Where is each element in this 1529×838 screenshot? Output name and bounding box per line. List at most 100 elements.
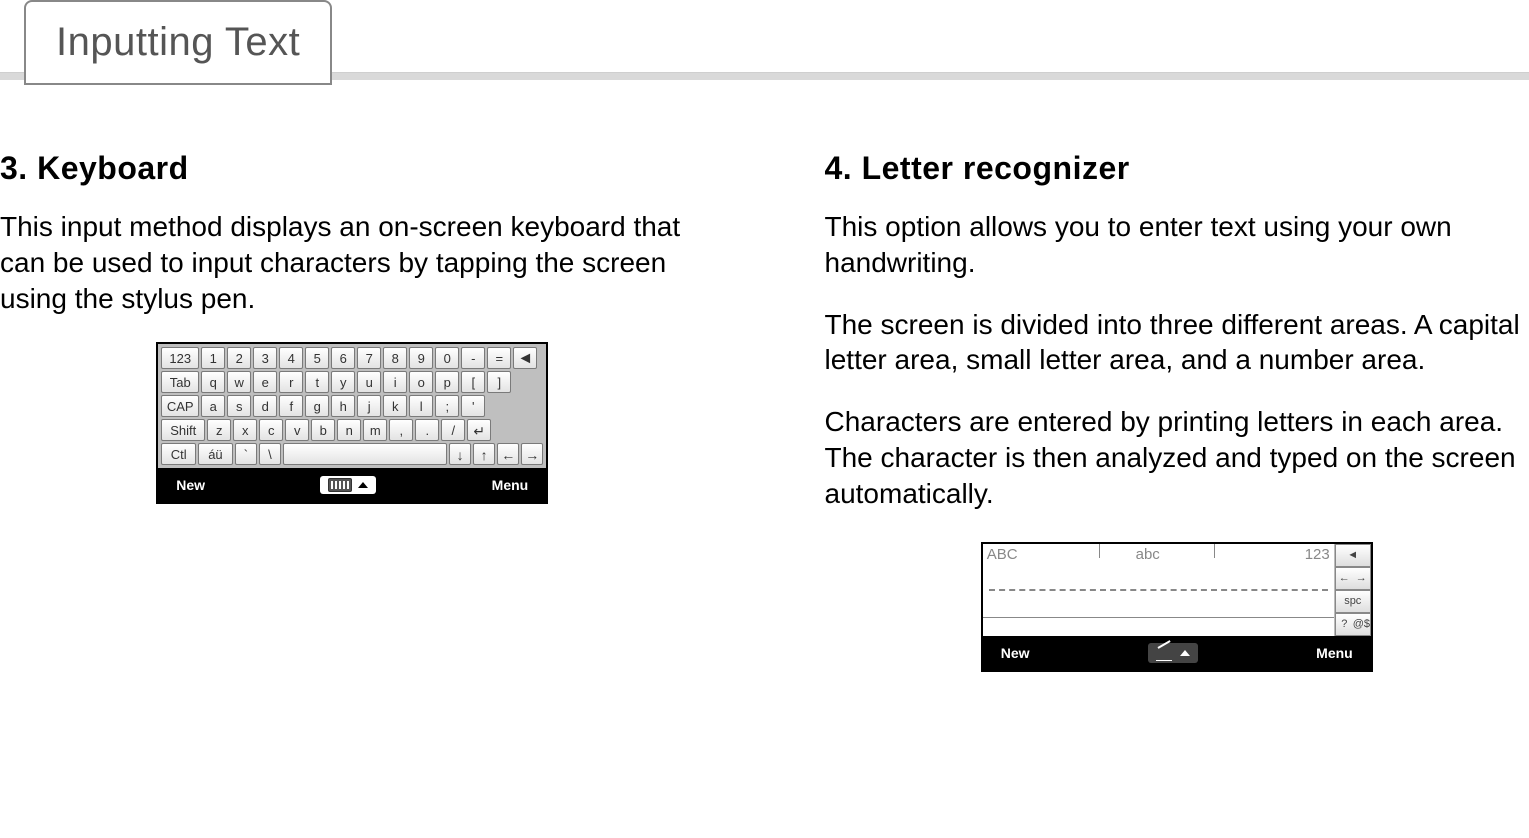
keyboard-key[interactable]: ' bbox=[461, 395, 485, 417]
keyboard-row: Shiftzxcvbnm,./↵ bbox=[161, 419, 543, 441]
keyboard-key[interactable]: d bbox=[253, 395, 277, 417]
lr-label-caps: ABC bbox=[987, 546, 1018, 563]
page-title-tab: Inputting Text bbox=[24, 0, 332, 85]
lr-sip-toggle[interactable] bbox=[1148, 643, 1198, 663]
para-lr-3: Characters are entered by printing lette… bbox=[825, 404, 1529, 511]
lr-key-help[interactable]: ? bbox=[1336, 618, 1353, 630]
keyboard-key[interactable]: p bbox=[435, 371, 459, 393]
lr-baseline bbox=[983, 617, 1334, 618]
page-title-text: Inputting Text bbox=[56, 20, 300, 64]
lr-key-backspace[interactable]: ◄ bbox=[1335, 544, 1371, 567]
letter-recognizer-screenshot: ABC abc 123 ◄ ← → spc ? bbox=[981, 542, 1373, 672]
keyboard-key[interactable]: r bbox=[279, 371, 303, 393]
keyboard-key[interactable]: Ctl bbox=[161, 443, 196, 465]
keyboard-key[interactable]: f bbox=[279, 395, 303, 417]
keyboard-key[interactable]: g bbox=[305, 395, 329, 417]
para-keyboard-desc: This input method displays an on-screen … bbox=[0, 209, 705, 316]
keyboard-key[interactable]: k bbox=[383, 395, 407, 417]
keyboard-key[interactable]: n bbox=[337, 419, 361, 441]
heading-letter-recognizer: 4. Letter recognizer bbox=[825, 150, 1529, 187]
keyboard-key[interactable]: l bbox=[409, 395, 433, 417]
pen-icon bbox=[1156, 645, 1174, 661]
keyboard-row: Ctláü`\ ↓↑←→ bbox=[161, 443, 543, 465]
lr-writing-area[interactable]: ABC abc 123 bbox=[983, 544, 1335, 636]
keyboard-key[interactable]: 8 bbox=[383, 347, 407, 369]
lr-midline bbox=[989, 589, 1328, 591]
keyboard-key[interactable]: 1 bbox=[201, 347, 225, 369]
sip-toggle[interactable] bbox=[320, 476, 376, 494]
keyboard-key[interactable]: 5 bbox=[305, 347, 329, 369]
lr-key-space[interactable]: spc bbox=[1335, 590, 1371, 613]
keyboard-key[interactable]: Tab bbox=[161, 371, 199, 393]
keyboard-key[interactable]: b bbox=[311, 419, 335, 441]
keyboard-key[interactable]: - bbox=[461, 347, 485, 369]
keyboard-key[interactable]: ↑ bbox=[473, 443, 495, 465]
keyboard-key[interactable]: 7 bbox=[357, 347, 381, 369]
chevron-up-icon bbox=[1180, 650, 1190, 656]
keyboard-key[interactable]: ↓ bbox=[449, 443, 471, 465]
keyboard-key[interactable]: 4 bbox=[279, 347, 303, 369]
keyboard-key[interactable]: Shift bbox=[161, 419, 205, 441]
chevron-up-icon bbox=[358, 482, 368, 488]
keyboard-key[interactable]: / bbox=[441, 419, 465, 441]
lr-key-sym[interactable]: @$ bbox=[1353, 618, 1370, 630]
lr-body: ABC abc 123 ◄ ← → spc ? bbox=[983, 544, 1371, 636]
lr-bottombar-new-label[interactable]: New bbox=[1001, 645, 1030, 661]
keyboard-key[interactable]: 9 bbox=[409, 347, 433, 369]
keyboard-key[interactable]: ← bbox=[497, 443, 519, 465]
keyboard-key[interactable]: ↵ bbox=[467, 419, 491, 441]
keyboard-key[interactable]: x bbox=[233, 419, 257, 441]
keyboard-key[interactable] bbox=[283, 443, 447, 465]
keyboard-key[interactable]: q bbox=[201, 371, 225, 393]
keyboard-key[interactable]: o bbox=[409, 371, 433, 393]
bottombar-menu-label[interactable]: Menu bbox=[492, 477, 529, 493]
keyboard-key[interactable]: \ bbox=[259, 443, 281, 465]
keyboard-key[interactable]: ] bbox=[487, 371, 511, 393]
keyboard-key[interactable]: 2 bbox=[227, 347, 251, 369]
keyboard-key[interactable]: CAP bbox=[161, 395, 199, 417]
keyboard-key[interactable]: ; bbox=[435, 395, 459, 417]
para-lr-1: This option allows you to enter text usi… bbox=[825, 209, 1529, 281]
keyboard-screenshot: 1231234567890-=◄Tabqwertyuiop[]CAPasdfgh… bbox=[156, 342, 548, 504]
heading-keyboard: 3. Keyboard bbox=[0, 150, 705, 187]
keyboard-key[interactable]: c bbox=[259, 419, 283, 441]
keyboard-key[interactable]: 3 bbox=[253, 347, 277, 369]
keyboard-key[interactable]: ◄ bbox=[513, 347, 537, 369]
lr-key-left[interactable]: ← bbox=[1336, 572, 1353, 584]
page-header: Inputting Text bbox=[0, 0, 1529, 90]
keyboard-key[interactable]: 6 bbox=[331, 347, 355, 369]
keyboard-key[interactable]: = bbox=[487, 347, 511, 369]
lr-label-num: 123 bbox=[1305, 546, 1330, 563]
keyboard-key[interactable]: áü bbox=[198, 443, 233, 465]
keyboard-key[interactable]: s bbox=[227, 395, 251, 417]
lr-bottombar-menu-label[interactable]: Menu bbox=[1316, 645, 1353, 661]
keyboard-key[interactable]: w bbox=[227, 371, 251, 393]
bottombar-new-label[interactable]: New bbox=[176, 477, 205, 493]
lr-key-help-sym[interactable]: ? @$ bbox=[1335, 613, 1371, 636]
keyboard-icon bbox=[328, 478, 352, 492]
keyboard-row: CAPasdfghjkl;' bbox=[161, 395, 543, 417]
keyboard-key[interactable]: y bbox=[331, 371, 355, 393]
keyboard-key[interactable]: . bbox=[415, 419, 439, 441]
keyboard-key[interactable]: m bbox=[363, 419, 387, 441]
lr-key-right[interactable]: → bbox=[1353, 572, 1370, 584]
column-letter-recognizer: 4. Letter recognizer This option allows … bbox=[765, 150, 1529, 672]
keyboard-key[interactable]: 123 bbox=[161, 347, 199, 369]
keyboard-key[interactable]: v bbox=[285, 419, 309, 441]
keyboard-key[interactable]: [ bbox=[461, 371, 485, 393]
keyboard-key[interactable]: e bbox=[253, 371, 277, 393]
keyboard-key[interactable]: ` bbox=[235, 443, 257, 465]
keyboard-key[interactable]: i bbox=[383, 371, 407, 393]
keyboard-key[interactable]: t bbox=[305, 371, 329, 393]
keyboard-key[interactable]: a bbox=[201, 395, 225, 417]
keyboard-key[interactable]: 0 bbox=[435, 347, 459, 369]
keyboard-key[interactable]: → bbox=[521, 443, 543, 465]
lr-label-lower: abc bbox=[1136, 546, 1160, 563]
keyboard-key[interactable]: , bbox=[389, 419, 413, 441]
lr-key-left-right[interactable]: ← → bbox=[1335, 567, 1371, 590]
column-keyboard: 3. Keyboard This input method displays a… bbox=[0, 150, 765, 672]
keyboard-key[interactable]: h bbox=[331, 395, 355, 417]
keyboard-key[interactable]: u bbox=[357, 371, 381, 393]
keyboard-key[interactable]: j bbox=[357, 395, 381, 417]
keyboard-key[interactable]: z bbox=[207, 419, 231, 441]
